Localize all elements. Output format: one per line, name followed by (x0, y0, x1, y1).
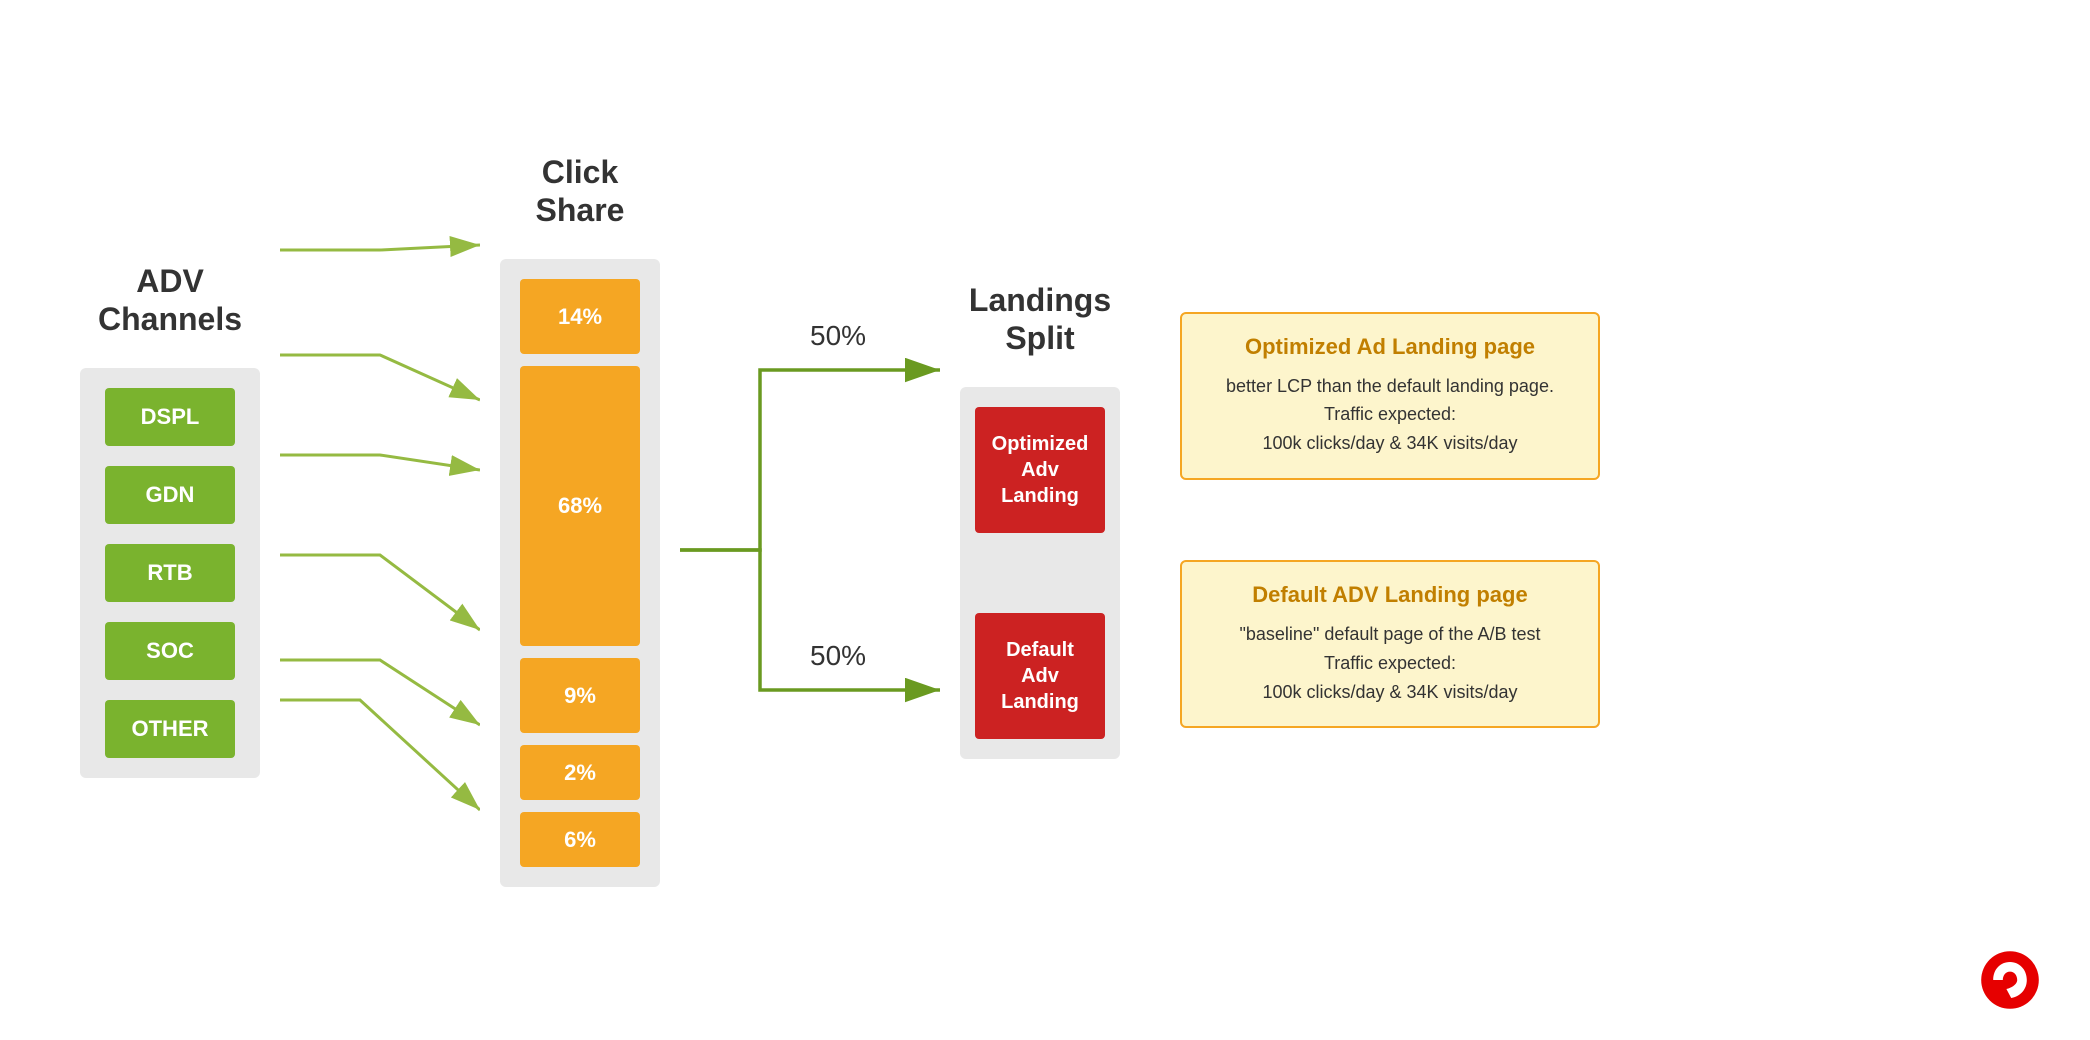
svg-text:50%: 50% (810, 320, 866, 351)
optimized-card-body: better LCP than the default landing page… (1206, 372, 1574, 458)
click-share-9: 9% (520, 658, 640, 733)
optimized-card-title: Optimized Ad Landing page (1206, 334, 1574, 360)
channel-rtb: RTB (105, 544, 235, 602)
channel-dspl: DSPL (105, 388, 235, 446)
adv-channels-bg: DSPL GDN RTB SOC OTHER (80, 368, 260, 778)
optimized-adv-landing: OptimizedAdvLanding (975, 407, 1105, 533)
diagram: ADVChannels DSPL GDN RTB SOC OTHER (60, 40, 2030, 1000)
vodafone-logo (1980, 950, 2040, 1010)
click-share-14: 14% (520, 279, 640, 354)
click-share-header: ClickShare (536, 153, 625, 230)
svg-text:50%: 50% (810, 640, 866, 671)
main-container: ADVChannels DSPL GDN RTB SOC OTHER (0, 0, 2090, 1040)
default-adv-landing: DefaultAdvLanding (975, 613, 1105, 739)
click-share-bg: 14% 68% 9% 2% 6% (500, 259, 660, 887)
default-card-body: "baseline" default page of the A/B test … (1206, 620, 1574, 706)
click-share-column: ClickShare 14% 68% 9% 2% 6% (480, 153, 680, 888)
click-share-68: 68% (520, 366, 640, 646)
click-share-6: 6% (520, 812, 640, 867)
adv-channels-header: ADVChannels (98, 262, 242, 339)
landings-bg: OptimizedAdvLanding DefaultAdvLanding (960, 387, 1120, 759)
landings-split-column: LandingsSplit OptimizedAdvLanding Defaul… (940, 281, 1140, 760)
info-section: Optimized Ad Landing page better LCP tha… (1180, 312, 1600, 729)
channel-gdn: GDN (105, 466, 235, 524)
adv-channels-column: ADVChannels DSPL GDN RTB SOC OTHER (60, 262, 280, 779)
adv-to-click-arrows (280, 170, 480, 930)
optimized-info-card: Optimized Ad Landing page better LCP tha… (1180, 312, 1600, 480)
channel-other: OTHER (105, 700, 235, 758)
channel-soc: SOC (105, 622, 235, 680)
click-share-2: 2% (520, 745, 640, 800)
click-to-landings-arrows: 50% 50% (680, 170, 940, 930)
landings-split-header: LandingsSplit (969, 281, 1111, 358)
default-info-card: Default ADV Landing page "baseline" defa… (1180, 560, 1600, 728)
default-card-title: Default ADV Landing page (1206, 582, 1574, 608)
